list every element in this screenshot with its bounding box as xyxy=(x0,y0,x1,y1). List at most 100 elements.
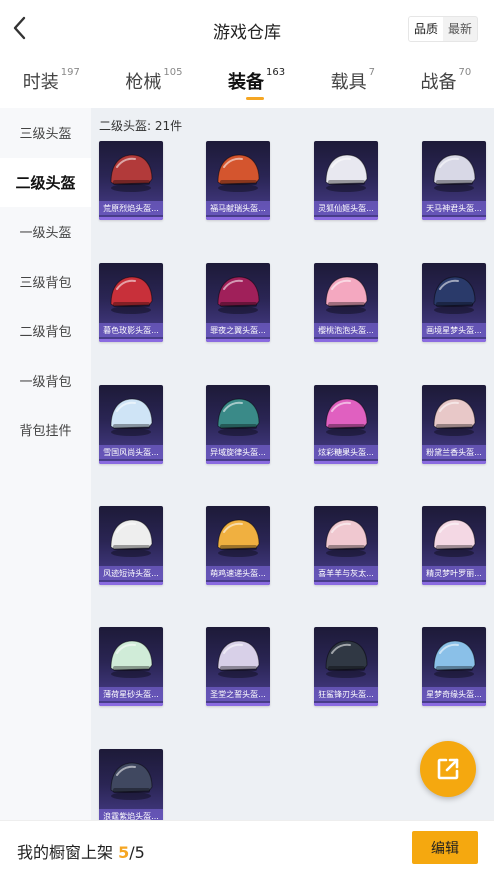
helmet-name: 暮色玫影头盔... xyxy=(103,326,159,335)
tab-label: 枪械 xyxy=(125,72,162,93)
sort-toggle: 品质 最新 xyxy=(407,16,478,42)
helmet-name: 风迹短诗头盔... xyxy=(103,569,159,578)
helmet-card[interactable]: 薄荷星砂头盔... xyxy=(99,627,163,706)
helmet-icon xyxy=(110,154,153,192)
rarity-bar xyxy=(99,703,163,706)
tab-count: 163 xyxy=(265,67,286,78)
helmet-card[interactable]: 荒原烈焰头盔... xyxy=(99,141,163,220)
helmet-icon xyxy=(433,154,476,192)
helmet-name: 狂鲨锋刃头盔... xyxy=(318,690,374,699)
showcase-current-count: 5 xyxy=(118,843,130,862)
helmet-card[interactable]: 萌鸡速递头盔... xyxy=(206,506,270,585)
helmet-icon xyxy=(325,276,368,314)
helmet-name: 罪夜之翼头盔... xyxy=(210,326,266,335)
edit-button[interactable]: 编辑 xyxy=(412,831,478,864)
tab-label: 装备 xyxy=(227,72,264,93)
rarity-bar xyxy=(206,217,270,220)
rarity-bar xyxy=(422,217,486,220)
rarity-bar xyxy=(314,339,378,342)
rarity-bar xyxy=(314,217,378,220)
rarity-bar xyxy=(206,703,270,706)
helmet-name: 雪国风尚头盔... xyxy=(103,448,159,457)
helmet-name: 薄荷星砂头盔... xyxy=(103,690,159,699)
rarity-bar xyxy=(422,703,486,706)
helmet-card[interactable]: 灵狐仙姬头盔... xyxy=(314,141,378,220)
tab-label: 战备 xyxy=(420,72,457,93)
rarity-bar xyxy=(422,582,486,585)
helmet-card[interactable]: 天马神君头盔... xyxy=(422,141,486,220)
bottom-bar: 我的橱窗上架 5/5 编辑 xyxy=(0,820,494,875)
helmet-icon xyxy=(325,640,368,678)
helmet-name: 樱桃泡泡头盔... xyxy=(318,326,374,335)
rarity-bar xyxy=(206,461,270,464)
rarity-bar xyxy=(314,461,378,464)
helmet-name: 荒原烈焰头盔... xyxy=(103,204,159,213)
helmet-icon xyxy=(433,640,476,678)
helmet-name: 天马神君头盔... xyxy=(426,204,482,213)
tab-fashion[interactable]: 时装 197 xyxy=(22,67,80,94)
tab-guns[interactable]: 枪械 105 xyxy=(125,67,183,94)
showcase-label: 我的橱窗上架 xyxy=(17,843,114,862)
helmet-icon xyxy=(217,398,260,436)
sidebar-item-level2-backpack[interactable]: 二级背包 xyxy=(0,306,91,356)
helmet-card[interactable]: 狂鲨锋刃头盔... xyxy=(314,627,378,706)
helmet-icon xyxy=(110,519,153,557)
helmet-icon xyxy=(325,154,368,192)
rarity-bar xyxy=(99,582,163,585)
sidebar-item-level1-helmet[interactable]: 一级头盔 xyxy=(0,207,91,257)
rarity-bar xyxy=(314,582,378,585)
helmet-card[interactable]: 樱桃泡泡头盔... xyxy=(314,263,378,342)
tab-count: 105 xyxy=(163,67,183,78)
helmet-card[interactable]: 异域旋律头盔... xyxy=(206,385,270,464)
sidebar-item-level1-backpack[interactable]: 一级背包 xyxy=(0,356,91,406)
rarity-bar xyxy=(99,217,163,220)
category-tabs: 时装 197 枪械 105 装备 163 载具 7 战备 70 xyxy=(0,58,494,106)
helmet-name: 灵狐仙姬头盔... xyxy=(318,204,374,213)
helmet-card[interactable]: 画境星梦头盔... xyxy=(422,263,486,342)
helmet-card[interactable]: 浪霆紫焰头盔... xyxy=(99,749,163,820)
sort-option-latest[interactable]: 最新 xyxy=(443,17,477,41)
helmet-name: 浪霆紫焰头盔... xyxy=(103,812,159,820)
helmet-icon xyxy=(433,519,476,557)
helmet-icon xyxy=(110,398,153,436)
helmet-icon xyxy=(433,398,476,436)
sidebar-item-level2-helmet[interactable]: 二级头盔 xyxy=(0,157,91,207)
helmet-icon xyxy=(217,276,260,314)
sidebar-item-level3-helmet[interactable]: 三级头盔 xyxy=(0,108,91,158)
helmet-icon xyxy=(217,640,260,678)
helmet-name: 萌鸡速递头盔... xyxy=(210,569,266,578)
helmet-card[interactable]: 圣堂之誓头盔... xyxy=(206,627,270,706)
helmet-card[interactable]: 精灵梦叶罗丽... xyxy=(422,506,486,585)
external-link-icon xyxy=(437,758,459,780)
tab-equipment[interactable]: 装备 163 xyxy=(227,67,286,100)
helmet-name: 炫彩糖果头盔... xyxy=(318,448,374,457)
helmet-icon xyxy=(217,154,260,192)
sort-option-quality[interactable]: 品质 xyxy=(408,17,443,41)
helmet-card[interactable]: 罪夜之翼头盔... xyxy=(206,263,270,342)
share-fab-button[interactable] xyxy=(420,741,476,797)
rarity-bar xyxy=(99,461,163,464)
helmet-name: 粉黛兰香头盔... xyxy=(426,448,482,457)
helmet-name: 异域旋律头盔... xyxy=(210,448,266,457)
helmet-card[interactable]: 炫彩糖果头盔... xyxy=(314,385,378,464)
helmet-card[interactable]: 喜羊羊与灰太... xyxy=(314,506,378,585)
helmet-card[interactable]: 暮色玫影头盔... xyxy=(99,263,163,342)
sidebar-item-level3-backpack[interactable]: 三级背包 xyxy=(0,257,91,307)
tab-count: 7 xyxy=(368,67,375,78)
tab-battle-prep[interactable]: 战备 70 xyxy=(420,67,472,94)
helmet-icon xyxy=(325,519,368,557)
helmet-icon xyxy=(217,519,260,557)
helmet-card[interactable]: 粉黛兰香头盔... xyxy=(422,385,486,464)
helmet-card[interactable]: 福马献瑞头盔... xyxy=(206,141,270,220)
header: 游戏仓库 品质 最新 xyxy=(0,0,494,58)
helmet-card[interactable]: 风迹短诗头盔... xyxy=(99,506,163,585)
tab-vehicles[interactable]: 载具 7 xyxy=(331,67,375,94)
helmet-card[interactable]: 雪国风尚头盔... xyxy=(99,385,163,464)
helmet-card[interactable]: 星梦奇缘头盔... xyxy=(422,627,486,706)
tab-count: 70 xyxy=(458,67,472,78)
rarity-bar xyxy=(206,582,270,585)
sidebar-item-backpack-charm[interactable]: 背包挂件 xyxy=(0,405,91,455)
helmet-icon xyxy=(433,276,476,314)
tab-label: 时装 xyxy=(22,72,59,93)
rarity-bar xyxy=(422,339,486,342)
